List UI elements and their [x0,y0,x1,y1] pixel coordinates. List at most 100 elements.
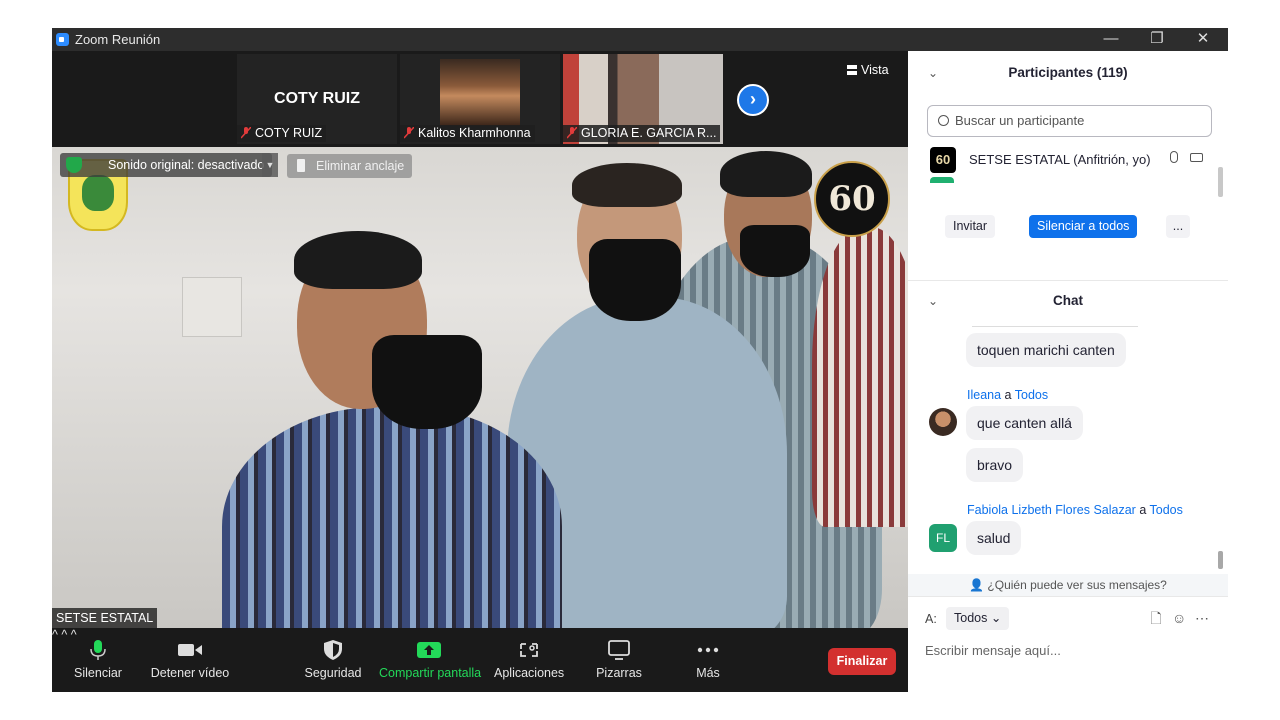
recipient-select[interactable]: Todos ⌄ [946,607,1010,630]
recipient-label: A: [925,612,937,626]
to-word: a [1004,388,1012,402]
more-dots-icon [697,647,719,653]
shield-icon [324,640,342,660]
microphone-icon [90,640,106,660]
meeting-toolbar: Silenciar ^ Detener vídeo ^ Seguridad Co… [52,628,908,692]
chat-message: bravo [966,448,1024,482]
chat-recipient-row: A: Todos ⌄ 🗋 ☺ ⋯ [925,607,1215,631]
original-sound-toggle[interactable]: Sonido original: desactivado [60,153,273,177]
whiteboard-icon [608,640,630,660]
end-meeting-button[interactable]: Finalizar [828,648,896,675]
share-screen-icon [417,642,441,658]
participant-row[interactable]: 60 SETSE ESTATAL (Anfitrión, yo) [928,145,1218,173]
security-button[interactable]: Seguridad [302,628,364,692]
who-can-see-messages[interactable]: 👤 ¿Quién puede ver sus mensajes? [908,574,1228,596]
collapse-chevron-icon[interactable]: ⌄ [928,281,938,321]
stop-video-button[interactable]: Detener vídeo [150,628,230,692]
participants-title: Participantes (119) [1008,65,1128,80]
minimize-button[interactable]: — [1088,28,1134,51]
chat-message-input[interactable]: Escribir mensaje aquí... [925,639,1215,663]
person-center-mask [589,239,681,321]
muted-mic-icon [404,127,414,139]
tile-label-text: COTY RUIZ [255,126,323,140]
chat-scrollbar[interactable] [1218,551,1223,569]
remove-pin-label: Eliminar anclaje [316,159,405,173]
participant-avatar: 60 [930,147,956,173]
person-left [222,407,562,628]
tile-label: GLORIA E. GARCIA R... [563,125,721,142]
tile-name: COTY RUIZ [274,90,360,107]
tile-label: Kalitos Kharmhonna [400,125,535,142]
person-left-hair [294,231,422,289]
sender-name: Fabiola Lizbeth Flores Salazar [967,503,1136,517]
video-tile-coty[interactable]: COTY RUIZ COTY RUIZ [237,54,397,144]
original-sound-dropdown[interactable]: ▼ [262,153,278,177]
wall-outlet [182,277,242,337]
share-screen-button[interactable]: Compartir pantalla [379,628,481,692]
view-button[interactable]: Vista [847,63,889,77]
apps-icon [520,643,538,657]
participant-row-partial [928,177,1218,183]
person-icon: 👤 [969,578,985,592]
remove-pin-button[interactable]: Eliminar anclaje [287,154,413,178]
whiteboards-label: Pizarras [596,666,642,680]
message-divider [972,326,1138,327]
video-tile-gloria[interactable]: GLORIA E. GARCIA R... [563,54,723,144]
video-camera-icon [178,644,202,656]
apps-label: Aplicaciones [494,666,565,680]
microphone-icon[interactable] [1170,151,1178,163]
more-dots-icon[interactable]: ⋯ [1195,611,1209,625]
stop-video-label: Detener vídeo [150,666,230,680]
speaker-name-label: SETSE ESTATAL [52,608,158,628]
muted-mic-icon [241,127,251,139]
chevron-down-icon: ⌄ [990,611,1002,625]
to-word: a [1139,503,1147,517]
avatar [929,408,957,436]
video-tile-kalitos[interactable]: Kalitos Kharmhonna [400,54,560,144]
person-left-mask [372,335,482,429]
person-center-hair [572,163,682,207]
tile-label-text: Kalitos Kharmhonna [418,126,531,140]
participant-name: SETSE ESTATAL (Anfitrión, yo) [969,152,1151,167]
participants-more-button[interactable]: ... [1166,215,1190,238]
muted-mic-icon [567,127,577,139]
video-area: COTY RUIZ COTY RUIZ Kalitos Kharmhonna G… [52,51,908,692]
side-panel: ⌄ Participantes (119) Buscar un particip… [908,51,1228,692]
audio-options-caret[interactable]: ^ [52,628,58,642]
participant-photo [440,59,520,126]
chat-messages: toquen marichi canten Ileana a Todos que… [908,322,1228,572]
emoji-icon[interactable]: ☺ [1172,611,1186,625]
person-right-hair [720,151,812,197]
anniversary-60-logo: 60 [814,161,890,237]
collapse-chevron-icon[interactable]: ⌄ [928,53,938,93]
video-options-caret[interactable]: ^ [61,628,67,642]
mute-button[interactable]: Silenciar [70,628,126,692]
active-speaker-video: 60 Sonido original: desactivado ▼ Elimin… [52,147,908,628]
participant-search-input[interactable]: Buscar un participante [927,105,1212,137]
apps-button[interactable]: Aplicaciones [494,628,564,692]
security-label: Seguridad [304,666,362,680]
sender-name: Ileana [967,388,1002,402]
chat-message: que canten allá [966,406,1083,440]
file-icon[interactable]: 🗋 [1149,611,1163,625]
participants-scrollbar[interactable] [1218,167,1223,197]
participant-avatar [930,177,954,183]
view-label: Vista [861,63,889,77]
next-page-arrow-icon[interactable]: › [737,84,769,116]
more-button[interactable]: Más [682,628,734,692]
invite-button[interactable]: Invitar [945,215,996,238]
pin-icon [297,159,305,172]
zoom-app-icon [56,33,69,46]
person-far-right [812,227,908,527]
participant-search-placeholder: Buscar un participante [955,113,1085,128]
restore-button[interactable]: ❐ [1134,28,1180,51]
video-camera-icon[interactable] [1190,153,1203,162]
close-button[interactable]: ✕ [1180,28,1226,51]
tile-label: COTY RUIZ [237,125,327,142]
window-title: Zoom Reunión [75,32,161,47]
panel-divider [908,596,1228,597]
chat-sender: Ileana a Todos [967,388,1048,402]
mute-all-button[interactable]: Silenciar a todos [1029,215,1138,238]
chat-sender: Fabiola Lizbeth Flores Salazar a Todos [967,503,1183,517]
whiteboards-button[interactable]: Pizarras [592,628,646,692]
